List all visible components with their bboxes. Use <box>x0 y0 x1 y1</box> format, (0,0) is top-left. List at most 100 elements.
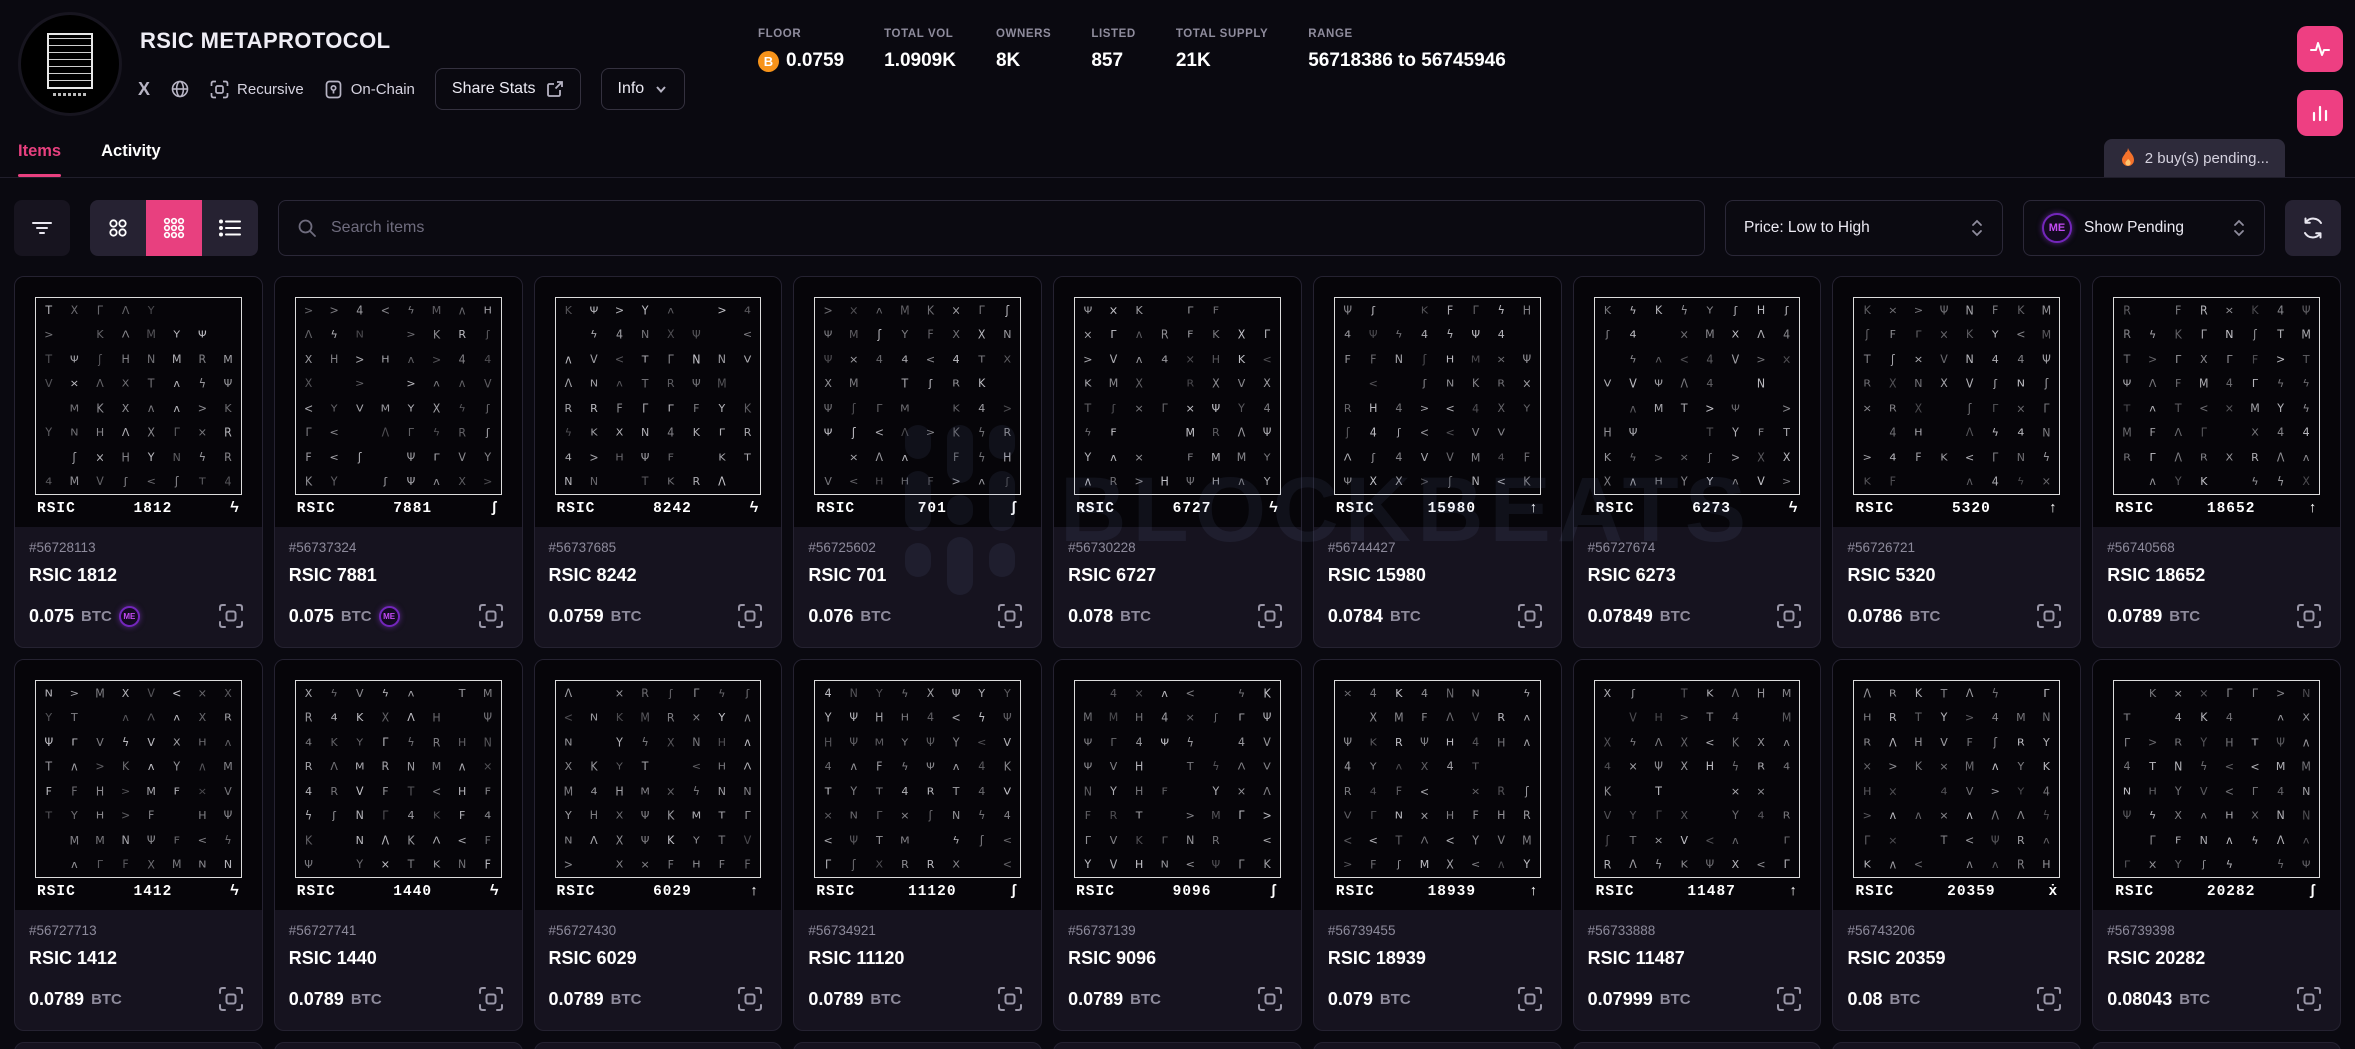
image-rune-glyph: ϟ <box>1789 501 1799 517</box>
pending-transactions-badge[interactable]: 2 buy(s) pending... <box>2104 139 2285 177</box>
filter-button[interactable] <box>14 200 70 256</box>
price-value: 0.08043 <box>2107 989 2172 1010</box>
stats-chart-button[interactable] <box>2297 90 2343 136</box>
scan-icon <box>1255 984 1285 1014</box>
scan-icon <box>1774 984 1804 1014</box>
filter-icon <box>31 219 53 237</box>
quick-buy-button[interactable] <box>2292 982 2326 1016</box>
image-collection-label: RSIC <box>1076 884 1115 900</box>
view-large-grid-button[interactable] <box>90 200 146 256</box>
tab-activity[interactable]: Activity <box>101 134 161 177</box>
stat-label: TOTAL SUPPLY <box>1176 28 1268 40</box>
stat-label: RANGE <box>1308 28 1506 40</box>
nft-image-caption: RSIC 18652 ↑ <box>2113 501 2320 521</box>
nft-image-caption: RSIC 9096 ʃ <box>1074 884 1281 904</box>
info-dropdown-button[interactable]: Info <box>601 68 686 110</box>
chevron-down-icon <box>654 82 668 96</box>
quick-buy-button[interactable] <box>1253 982 1287 1016</box>
inscription-number: #56744427 <box>1328 540 1547 555</box>
quick-buy-button[interactable] <box>214 599 248 633</box>
view-list-button[interactable] <box>202 200 258 256</box>
nft-card[interactable]: RFR×K4ΨRϟKΓNʃTMT>ΓXΓF>TΨΛFM4ΓϟϟTʌT<×MYϟM… <box>2092 276 2341 648</box>
quick-buy-button[interactable] <box>2032 599 2066 633</box>
pending-filter-select[interactable]: ME Show Pending <box>2023 200 2265 256</box>
quick-buy-button[interactable] <box>1513 982 1547 1016</box>
nft-image: >>4<ϟMʌHΛϟN>KRʃXH>Hʌ>44X>>ʌʌV<YVMYXϟʃΓ<Λ… <box>275 277 522 527</box>
image-rune-glyph: ↑ <box>750 884 760 900</box>
quick-buy-button[interactable] <box>474 599 508 633</box>
share-stats-button[interactable]: Share Stats <box>435 68 581 110</box>
image-token-number: 6029 <box>595 884 749 900</box>
inscription-number: #56725602 <box>808 540 1027 555</box>
quick-buy-button[interactable] <box>733 599 767 633</box>
quick-buy-button[interactable] <box>993 982 1027 1016</box>
view-small-grid-button[interactable] <box>146 200 202 256</box>
nft-card[interactable] <box>274 1042 523 1049</box>
nft-card-info: #56739398 RSIC 20282 0.08043 BTC ME <box>2093 910 2340 1030</box>
x-twitter-icon[interactable]: X <box>138 79 150 100</box>
nft-card[interactable]: >×ʌMK×ΓʃΨMʃYFXXNΨ×44<4TXXMTʃRKΨʃΓMK4>Ψʃ<… <box>793 276 1042 648</box>
quick-buy-button[interactable] <box>733 982 767 1016</box>
nft-card-info: #56730228 RSIC 6727 0.078 BTC ME <box>1054 527 1301 647</box>
image-collection-label: RSIC <box>1855 501 1894 517</box>
nft-card[interactable]: XʃTKΛHMVH>T4MXϟΛX<KXʌ4×ΨXHϟR4KT××VYΓXY4R… <box>1573 659 1822 1031</box>
price-row: 0.079 BTC ME <box>1328 982 1547 1016</box>
nft-name: RSIC 1440 <box>289 948 508 969</box>
nft-card[interactable]: XϟVϟʌTMR4KXΛHΨ4KYΓϟRHNRΛMRNMʌ×4RVFT<HFϟʃ… <box>274 659 523 1031</box>
tabs-bar: Items Activity 2 buy(s) pending... <box>0 134 2355 178</box>
nft-card[interactable] <box>1573 1042 1822 1049</box>
nft-image-caption: RSIC 6273 ϟ <box>1594 501 1801 521</box>
nft-card-info: #56744427 RSIC 15980 0.0784 BTC ME <box>1314 527 1561 647</box>
search-icon <box>297 218 317 238</box>
scan-icon <box>995 984 1025 1014</box>
activity-pulse-button[interactable] <box>2297 26 2343 72</box>
nft-name: RSIC 6273 <box>1588 565 1807 586</box>
nft-card[interactable]: Ψ×KΓF×ΓʌRFKXΓ>Vʌ4×HK<KMXRXVXTʃ×Γ×ΨY4ϟFMR… <box>1053 276 1302 648</box>
nft-card[interactable]: Λ×RʃΓϟʃ<NKMR×YʌNYϟXNHʌXKYT<HΛM4HM×ϟNNYHX… <box>534 659 783 1031</box>
tab-items[interactable]: Items <box>18 134 61 177</box>
nft-card[interactable] <box>1832 1042 2081 1049</box>
nft-card[interactable]: KϟKϟYʃHʃʃ4×MXΛ4ϟʌ<4V>×VVΨΛ4NʌMT>Ψ>HΨTYFT… <box>1573 276 1822 648</box>
price-row: 0.0784 BTC ME <box>1328 599 1547 633</box>
price-row: 0.075 BTC ME <box>29 599 248 633</box>
quick-buy-button[interactable] <box>2292 599 2326 633</box>
nft-card[interactable]: ×4K4NNϟXMFΛVRʌΨKRΨH4Hʌ4YʌX4TR4F<×RʃVΓN×H… <box>1313 659 1562 1031</box>
quick-buy-button[interactable] <box>1772 982 1806 1016</box>
refresh-button[interactable] <box>2285 200 2341 256</box>
nft-card[interactable]: 4NYϟXΨYYYΨHH4<ϟΨHΨMYΨY<V4ʌFϟΨʌ4KTYT4RT4V… <box>793 659 1042 1031</box>
image-token-number: 9096 <box>1115 884 1269 900</box>
nft-image: N>MXV<×XYTʌΛʌXRΨΓVϟVXHʌTʌ>KʌYʌMFFH>MF×VT… <box>15 660 262 910</box>
nft-card[interactable]: K××ΓΓ>NT4K4ʌXΓ>RYHTΨʌ4TNϟ<<MMNHYV<Γ4NΨϟX… <box>2092 659 2341 1031</box>
nft-card[interactable] <box>1313 1042 1562 1049</box>
search-input[interactable] <box>331 219 1686 237</box>
nft-card[interactable]: 4×ʌ<ϟKMMH4×ʃΓΨΨΓ4Ψϟ4VΨVHTϟΛVNYHFY×ΛFRT>M… <box>1053 659 1302 1031</box>
scan-icon <box>1515 984 1545 1014</box>
nft-card[interactable]: >>4<ϟMʌHΛϟN>KRʃXH>Hʌ>44X>>ʌʌV<YVMYXϟʃΓ<Λ… <box>274 276 523 648</box>
nft-card[interactable]: K×>ΨNFKMʃFΓ×KY<MTʃ×VN44ΨRXNXVʃNʃ×RXʃΓ×Γ4… <box>1832 276 2081 648</box>
nft-card[interactable]: KΨ>Yʌ>4ϟ4NXΨ<ʌV<TΓNNVΛNʌTRΨMRRFΓΓFYKϟKXN… <box>534 276 783 648</box>
nft-card[interactable] <box>1053 1042 1302 1049</box>
website-globe-icon[interactable] <box>170 79 190 99</box>
nft-card[interactable]: ΨʃKFΓϟH4Ψϟ4ϟΨ4FFNʃHM×Ψ<ʃNKR×RH4><4XYʃ4ʃ<… <box>1313 276 1562 648</box>
marketplace-avatar: ME <box>2042 213 2072 243</box>
nft-card[interactable] <box>793 1042 1042 1049</box>
collection-title: RSIC METAPROTOCOL <box>140 28 390 54</box>
stat-value: 8K <box>996 50 1051 72</box>
nft-name: RSIC 15980 <box>1328 565 1547 586</box>
quick-buy-button[interactable] <box>1253 599 1287 633</box>
quick-buy-button[interactable] <box>474 982 508 1016</box>
nft-card[interactable] <box>534 1042 783 1049</box>
image-token-number: 6273 <box>1634 501 1788 517</box>
nft-card[interactable]: TXΓΛY>KΛMYΨTΨʃHNMRMV×ΛXTʌϟΨMKXʌʌ>KYNHΛXΓ… <box>14 276 263 648</box>
quick-buy-button[interactable] <box>993 599 1027 633</box>
quick-buy-button[interactable] <box>1513 599 1547 633</box>
quick-buy-button[interactable] <box>1772 599 1806 633</box>
nft-card[interactable] <box>14 1042 263 1049</box>
quick-buy-button[interactable] <box>214 982 248 1016</box>
quick-buy-button[interactable] <box>2032 982 2066 1016</box>
rune-grid: >×ʌMK×ΓʃΨMʃYFXXNΨ×44<4TXXMTʃRKΨʃΓMK4>Ψʃ<… <box>814 297 1021 495</box>
nft-card[interactable]: ΛRKTΛϟΓHRTY>4MNRΛHVFʃRY×>K×MʌYKH×4V>Y4>ʌ… <box>1832 659 2081 1031</box>
nft-card[interactable]: N>MXV<×XYTʌΛʌXRΨΓVϟVXHʌTʌ>KʌYʌMFFH>MF×VT… <box>14 659 263 1031</box>
nft-card[interactable] <box>2092 1042 2341 1049</box>
sort-select[interactable]: Price: Low to High <box>1725 200 2003 256</box>
